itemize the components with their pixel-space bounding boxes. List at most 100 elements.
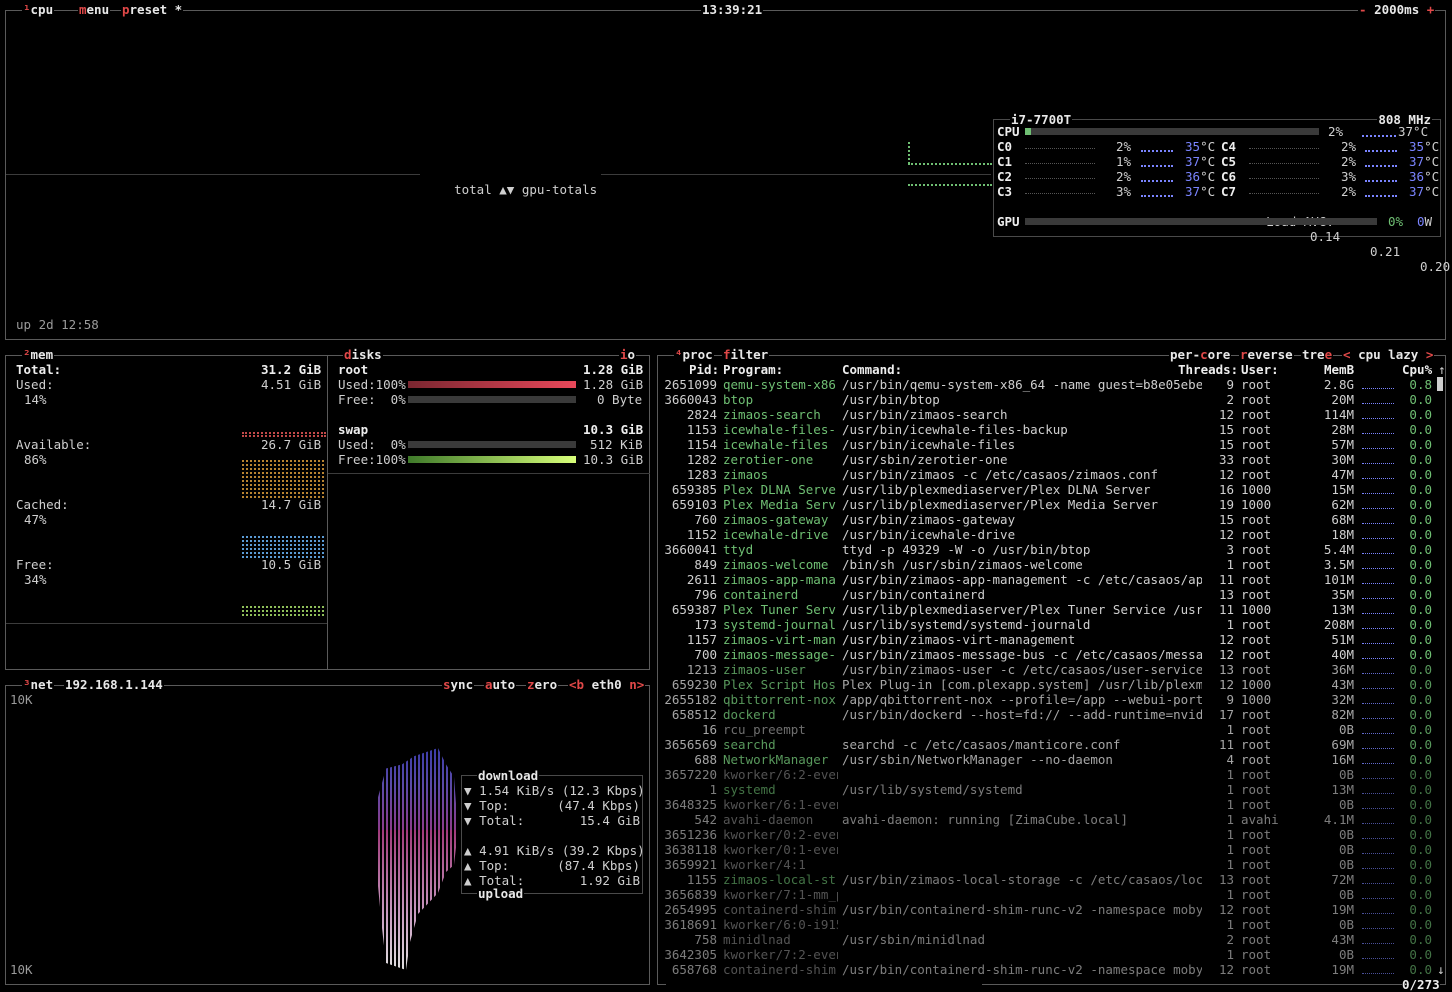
col-threads[interactable]: Threads: [1178, 362, 1238, 377]
process-row[interactable]: 1283 zimaos/usr/bin/zimaos -c /etc/casaos… [658, 467, 1445, 482]
preset-button[interactable]: preset * [121, 2, 184, 17]
process-row[interactable]: 3651236 kworker/0:2-even 1 root 0B 0.0 [658, 827, 1445, 842]
process-row[interactable]: 3618691 kworker/6:0-i915 1 root 0B 0.0 [658, 917, 1445, 932]
col-mem[interactable]: MemB [1324, 362, 1354, 377]
process-row[interactable]: 3656569 searchd searchd -c /etc/casaos/man… [658, 737, 1445, 752]
col-user[interactable]: User: [1241, 362, 1279, 377]
net-sync-toggle[interactable]: sync [442, 677, 475, 692]
process-row[interactable]: 1154 icewhale-files/usr/bin/icewhale-file… [658, 437, 1445, 452]
scrollbar-thumb[interactable] [1437, 377, 1443, 391]
core-temp: 36°C [1185, 169, 1216, 184]
process-row[interactable]: 1213 zimaos-user/usr/bin/zimaos-user -c /… [658, 662, 1445, 677]
process-pid: 3638118 [664, 842, 717, 857]
col-cpu[interactable]: Cpu% [1402, 362, 1432, 377]
load-avg: Load AVG: 0.14 0.21 0.20 [1266, 214, 1451, 274]
core-temp-graph [1365, 165, 1397, 167]
process-pid: 659230 [671, 677, 717, 692]
process-pid: 659103 [671, 497, 717, 512]
process-row[interactable]: 1152 icewhale-drive/usr/bin/icewhale-driv… [658, 527, 1445, 542]
col-pid[interactable]: Pid: [689, 362, 719, 377]
process-row[interactable]: 3656839 kworker/7:1-mm_p 1 root 0B 0.0 [658, 887, 1445, 902]
process-row[interactable]: 3659921 kworker/4:1 1 root 0B 0.0 [658, 857, 1445, 872]
process-row[interactable]: 1282 zerotier-one/usr/sbin/zerotier-one 33… [658, 452, 1445, 467]
col-program[interactable]: Program: [723, 362, 783, 377]
core-c6: C6 3% 36°C [1221, 169, 1441, 184]
proc-tab[interactable]: ⁴proc [674, 347, 714, 362]
process-user: root [1241, 842, 1272, 857]
io-toggle[interactable]: io [619, 347, 637, 362]
process-row[interactable]: 760 zimaos-gateway/usr/bin/zimaos-gateway… [658, 512, 1445, 527]
process-row[interactable]: 1153 icewhale-files- /usr/bin/icewhale-fil… [658, 422, 1445, 437]
scroll-down-icon[interactable]: ↓ [1437, 962, 1445, 977]
process-row[interactable]: 3638118 kworker/0:1-even 1 root 0B 0.0 [658, 842, 1445, 857]
process-row[interactable]: 659385 Plex DLNA Serve/usr/lib/plexmedias… [658, 482, 1445, 497]
tree-toggle[interactable]: tree [1301, 347, 1334, 362]
process-row[interactable]: 2654995 containerd-shim/usr/bin/container… [658, 902, 1445, 917]
sort-selector[interactable]: < cpu lazy > [1342, 347, 1435, 362]
filter-button[interactable]: filter [722, 347, 770, 362]
process-row[interactable]: 1157 zimaos-virt-man/usr/bin/zimaos-virt-… [658, 632, 1445, 647]
process-pid: 2824 [686, 407, 717, 422]
process-cpu-graph [1362, 868, 1394, 869]
process-program: dockerd [723, 707, 776, 722]
process-pid: 658512 [671, 707, 717, 722]
net-tab[interactable]: ³net [22, 677, 55, 692]
process-row[interactable]: 796 containerd/usr/bin/containerd 13 root 35… [658, 587, 1445, 602]
process-row[interactable]: 3660041 ttyd ttyd -p 49329 -W -o /usr/bin/… [658, 542, 1445, 557]
graph-label[interactable]: total ▲▼ gpu-totals [420, 167, 602, 212]
process-row[interactable]: 2655182 qbittorrent-nox/app/qbittorrent-n… [658, 692, 1445, 707]
process-row[interactable]: 3648325 kworker/6:1-even 1 root 0B 0.0 [658, 797, 1445, 812]
process-threads: 12 [1218, 962, 1234, 977]
core-temp: 37°C [1409, 184, 1440, 199]
core-label: C4 [1221, 139, 1237, 154]
process-row[interactable]: 658768 containerd-shim/usr/bin/containerd… [658, 962, 1445, 977]
process-row[interactable]: 1155 zimaos-local-st/usr/bin/zimaos-local… [658, 872, 1445, 887]
process-threads: 13 [1218, 587, 1234, 602]
proc-count: 0/273 [1402, 977, 1440, 992]
process-user: root [1241, 437, 1272, 452]
process-row[interactable]: 3660043 btop/usr/bin/btop 2 root 20M 0.0 [658, 392, 1445, 407]
col-command[interactable]: Command: [842, 362, 902, 377]
net-iface-selector[interactable]: <b eth0 n> [568, 677, 646, 692]
process-row[interactable]: 542 avahi-daemon avahi-daemon: running [Zi… [658, 812, 1445, 827]
process-mem: 101M [1323, 572, 1354, 587]
mem-tab[interactable]: ²mem [22, 347, 55, 362]
proc-panel: ⁴proc filter per-core reverse tree < cpu… [657, 347, 1446, 992]
per-core-toggle[interactable]: per-core [1169, 347, 1232, 362]
process-mem: 0B [1338, 947, 1354, 962]
menu-button[interactable]: menu [78, 2, 111, 17]
process-row[interactable]: 849 zimaos-welcome/bin/sh /usr/sbin/zimao… [658, 557, 1445, 572]
process-program: kworker/0:2-even [723, 827, 838, 842]
process-row[interactable]: 659230 Plex Script Hos Plex Plug-in [com.p… [658, 677, 1445, 692]
net-zero-toggle[interactable]: zero [526, 677, 559, 692]
process-command: /usr/sbin/zerotier-one [842, 452, 1008, 467]
disks-tab[interactable]: disks [343, 347, 383, 362]
process-row[interactable]: 758 minidlnad/usr/sbin/minidlnad 2 root 43M 0… [658, 932, 1445, 947]
disk-root-used: 1.28 GiB [583, 377, 644, 392]
process-row[interactable]: 659103 Plex Media Serv/usr/lib/plexmedias… [658, 497, 1445, 512]
process-row[interactable]: 658512 dockerd/usr/bin/dockerd --host=fd:… [658, 707, 1445, 722]
process-row[interactable]: 688 NetworkManager/usr/sbin/NetworkManage… [658, 752, 1445, 767]
process-row[interactable]: 173 systemd-journal/usr/lib/systemd/syste… [658, 617, 1445, 632]
cpu-tab[interactable]: ¹cpu [22, 2, 55, 17]
process-row[interactable]: 1 systemd/usr/lib/systemd/systemd 1 root 13M… [658, 782, 1445, 797]
process-row[interactable]: 659387 Plex Tuner Serv/usr/lib/plexmedias… [658, 602, 1445, 617]
mem-free-graph [242, 604, 326, 616]
process-row[interactable]: 3642305 kworker/7:2-even 1 root 0B 0.0 [658, 947, 1445, 962]
process-threads: 1 [1226, 947, 1234, 962]
process-row[interactable]: 700 zimaos-message- /usr/bin/zimaos-messag… [658, 647, 1445, 662]
process-user: root [1241, 917, 1272, 932]
net-auto-toggle[interactable]: auto [484, 677, 517, 692]
uptime: up 2d 12:58 [16, 317, 99, 332]
process-program: kworker/4:1 [723, 857, 806, 872]
process-row[interactable]: 2651099 qemu-system-x86/usr/bin/qemu-syst… [658, 377, 1445, 392]
process-pid: 849 [694, 557, 717, 572]
process-program: zimaos-gateway [723, 512, 829, 527]
reverse-toggle[interactable]: reverse [1239, 347, 1294, 362]
process-row[interactable]: 2611 zimaos-app-mana/usr/bin/zimaos-app-m… [658, 572, 1445, 587]
process-row[interactable]: 16 rcu_preempt 1 root 0B 0.0 [658, 722, 1445, 737]
mem-cached-pct: 47% [24, 512, 47, 527]
process-row[interactable]: 2824 zimaos-search/usr/bin/zimaos-search 1… [658, 407, 1445, 422]
interval-control[interactable]: - 2000ms + [1358, 2, 1436, 17]
process-row[interactable]: 3657220 kworker/6:2-even 1 root 0B 0.0 [658, 767, 1445, 782]
